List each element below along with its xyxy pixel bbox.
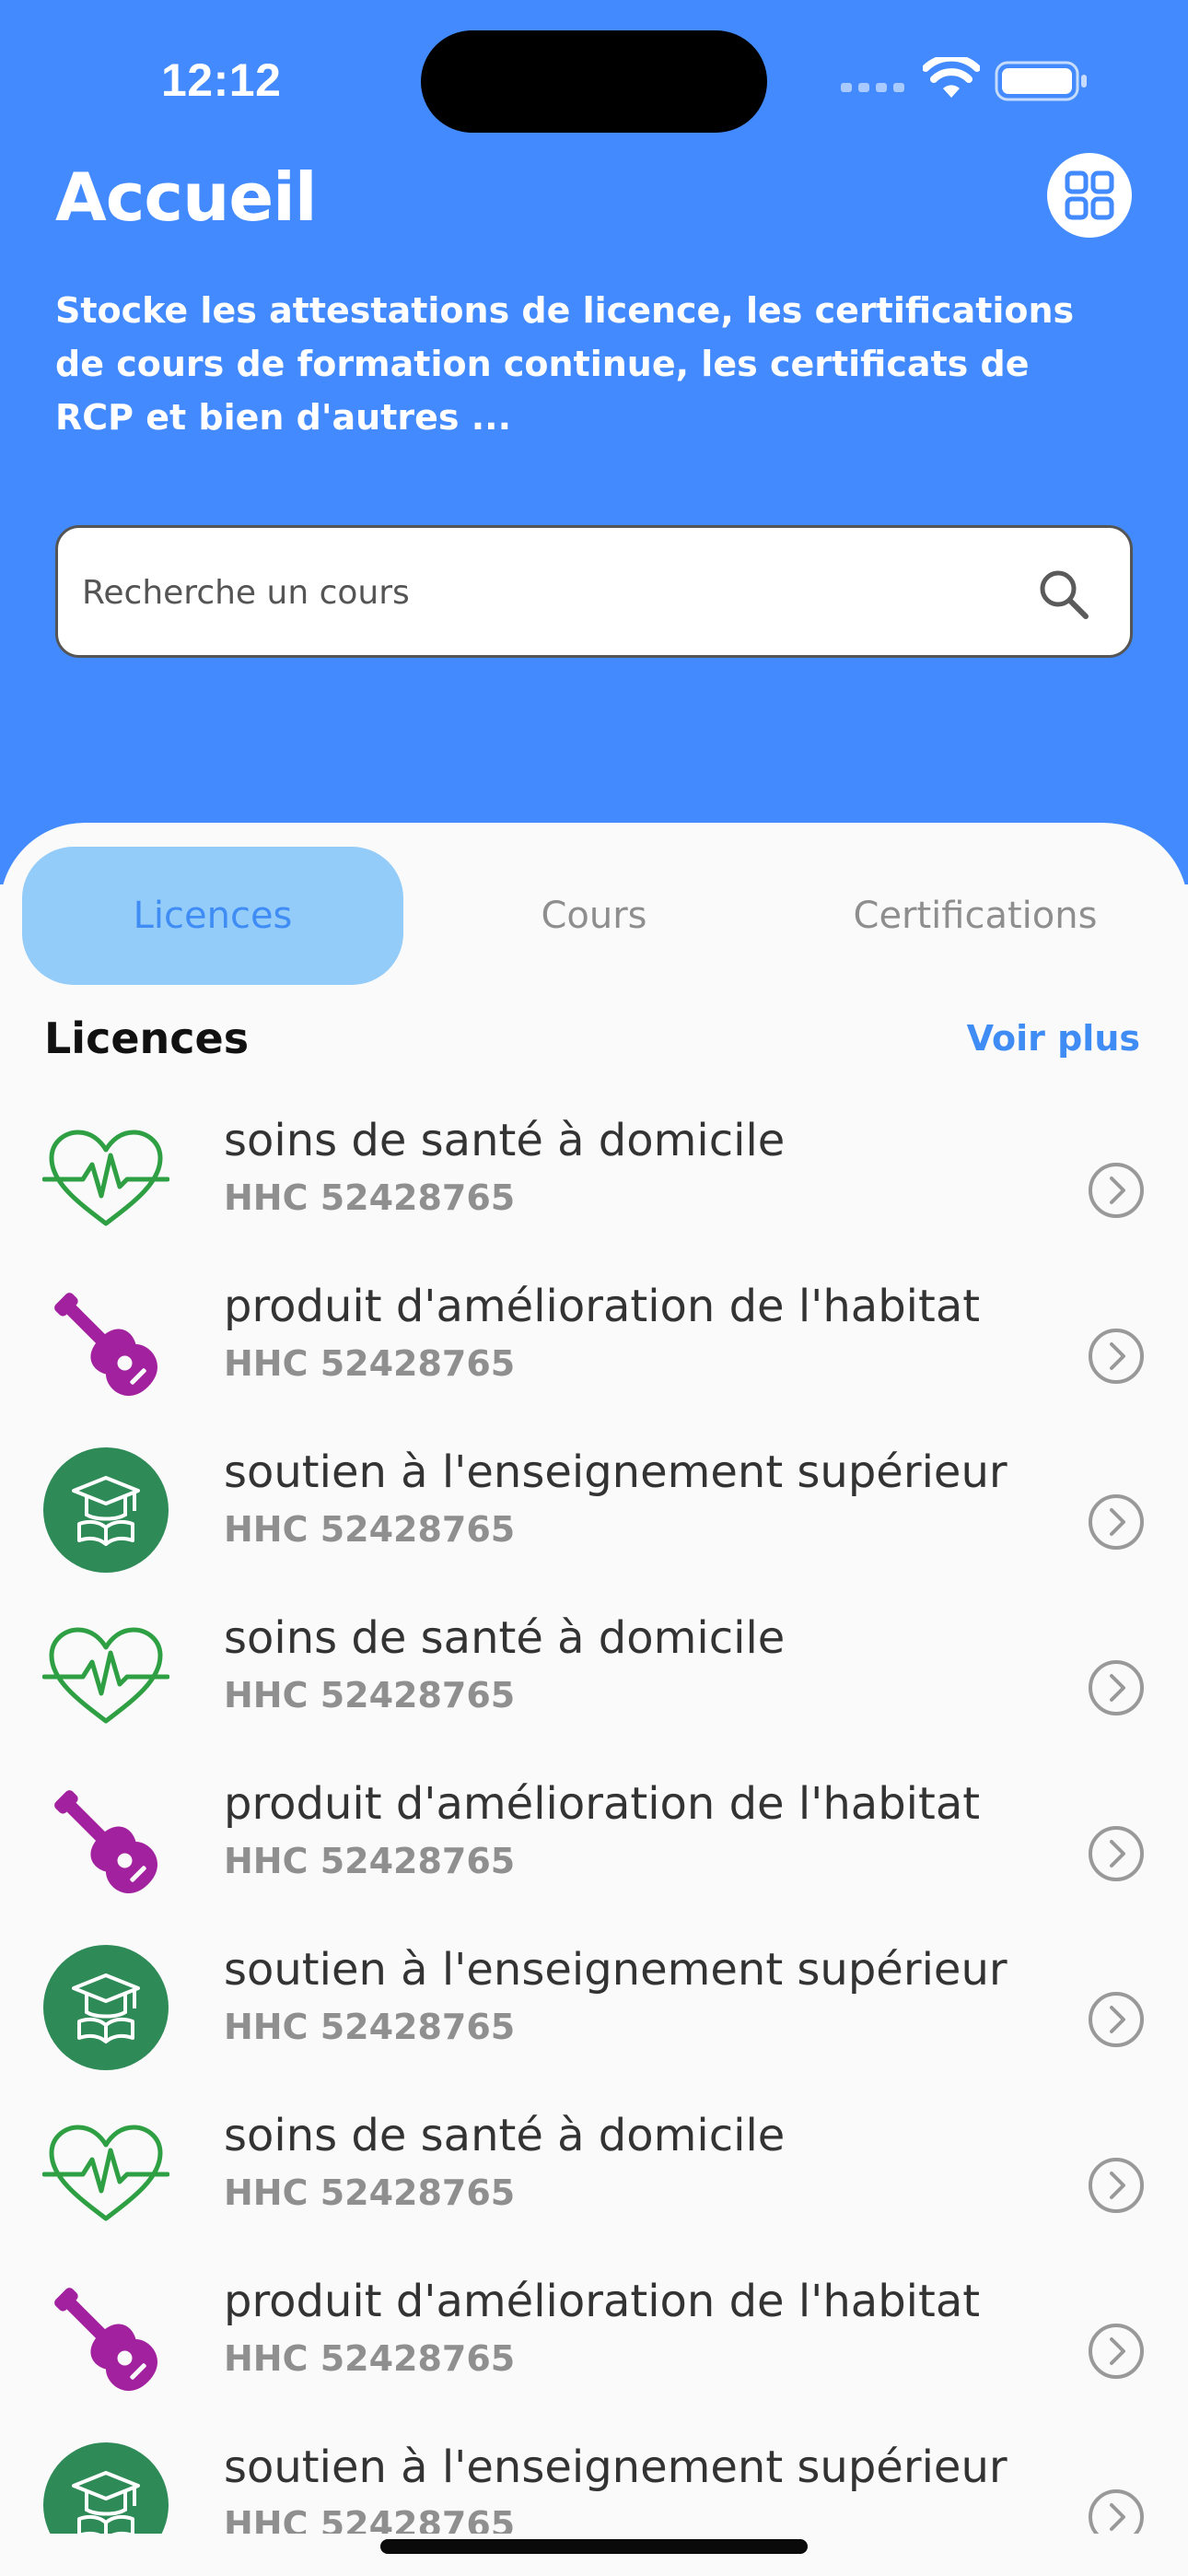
status-time: 12:12 [161, 54, 282, 106]
home-indicator [380, 2539, 808, 2554]
item-code: HHC 52428765 [224, 2338, 516, 2379]
battery-icon [995, 61, 1087, 101]
page-title: Accueil [55, 158, 318, 236]
list-item[interactable]: produit d'amélioration de l'habitat HHC … [0, 2257, 1188, 2423]
chevron-right-icon[interactable] [1087, 2322, 1146, 2381]
chevron-right-icon[interactable] [1087, 1327, 1146, 1386]
graduation-cap-icon [42, 1446, 169, 1574]
chevron-right-icon[interactable] [1087, 2488, 1146, 2534]
guitar-icon [42, 1281, 169, 1408]
search-icon[interactable] [1036, 567, 1091, 622]
heart-pulse-icon [42, 2110, 169, 2237]
wifi-icon [923, 57, 980, 98]
tab-cours[interactable]: Cours [403, 847, 785, 985]
item-title: produit d'amélioration de l'habitat [224, 1778, 981, 1830]
guitar-icon [42, 1778, 169, 1905]
grid-menu-button[interactable] [1047, 153, 1132, 238]
list-item[interactable]: soins de santé à domicile HHC 52428765 [0, 1594, 1188, 1760]
section-title: Licences [44, 1013, 250, 1063]
list-item[interactable]: soins de santé à domicile HHC 52428765 [0, 2091, 1188, 2257]
dynamic-island [421, 30, 767, 133]
cellular-signal-icon [841, 83, 904, 92]
chevron-right-icon[interactable] [1087, 1161, 1146, 1220]
item-code: HHC 52428765 [224, 1675, 516, 1715]
licence-list: soins de santé à domicile HHC 52428765 p… [0, 1096, 1188, 2534]
chevron-right-icon[interactable] [1087, 2156, 1146, 2215]
heart-pulse-icon [42, 1612, 169, 1739]
see-more-link[interactable]: Voir plus [967, 1018, 1140, 1059]
item-code: HHC 52428765 [224, 1177, 516, 1218]
item-code: HHC 52428765 [224, 2504, 516, 2534]
item-title: soutien à l'enseignement supérieur [224, 2441, 1007, 2493]
item-code: HHC 52428765 [224, 1841, 516, 1881]
chevron-right-icon[interactable] [1087, 1824, 1146, 1883]
item-title: produit d'amélioration de l'habitat [224, 2276, 981, 2327]
list-item[interactable]: produit d'amélioration de l'habitat HHC … [0, 1760, 1188, 1926]
graduation-cap-icon [42, 2441, 169, 2534]
item-code: HHC 52428765 [224, 1509, 516, 1550]
chevron-right-icon[interactable] [1087, 1658, 1146, 1717]
item-title: soutien à l'enseignement supérieur [224, 1944, 1007, 1996]
list-item[interactable]: soutien à l'enseignement supérieur HHC 5… [0, 2423, 1188, 2534]
item-code: HHC 52428765 [224, 2007, 516, 2047]
tab-licences[interactable]: Licences [22, 847, 403, 985]
search-box [55, 525, 1133, 658]
item-title: soins de santé à domicile [224, 1612, 786, 1664]
graduation-cap-icon [42, 1944, 169, 2071]
heart-pulse-icon [42, 1115, 169, 1242]
item-code: HHC 52428765 [224, 1343, 516, 1384]
tab-certifications[interactable]: Certifications [785, 847, 1166, 985]
guitar-icon [42, 2276, 169, 2403]
list-item[interactable]: soutien à l'enseignement supérieur HHC 5… [0, 1428, 1188, 1594]
list-item[interactable]: soins de santé à domicile HHC 52428765 [0, 1096, 1188, 1262]
grid-icon [1065, 170, 1114, 220]
item-title: soins de santé à domicile [224, 2110, 786, 2161]
search-input[interactable] [82, 561, 1003, 624]
list-item[interactable]: soutien à l'enseignement supérieur HHC 5… [0, 1926, 1188, 2091]
item-title: soutien à l'enseignement supérieur [224, 1446, 1007, 1498]
chevron-right-icon[interactable] [1087, 1493, 1146, 1551]
item-code: HHC 52428765 [224, 2172, 516, 2213]
list-item[interactable]: produit d'amélioration de l'habitat HHC … [0, 1262, 1188, 1428]
chevron-right-icon[interactable] [1087, 1990, 1146, 2049]
item-title: soins de santé à domicile [224, 1115, 786, 1166]
header-background: 12:12 Accueil Stocke les attestations de… [0, 0, 1188, 884]
header-description: Stocke les attestations de licence, les … [55, 290, 1075, 438]
item-title: produit d'amélioration de l'habitat [224, 1281, 981, 1332]
